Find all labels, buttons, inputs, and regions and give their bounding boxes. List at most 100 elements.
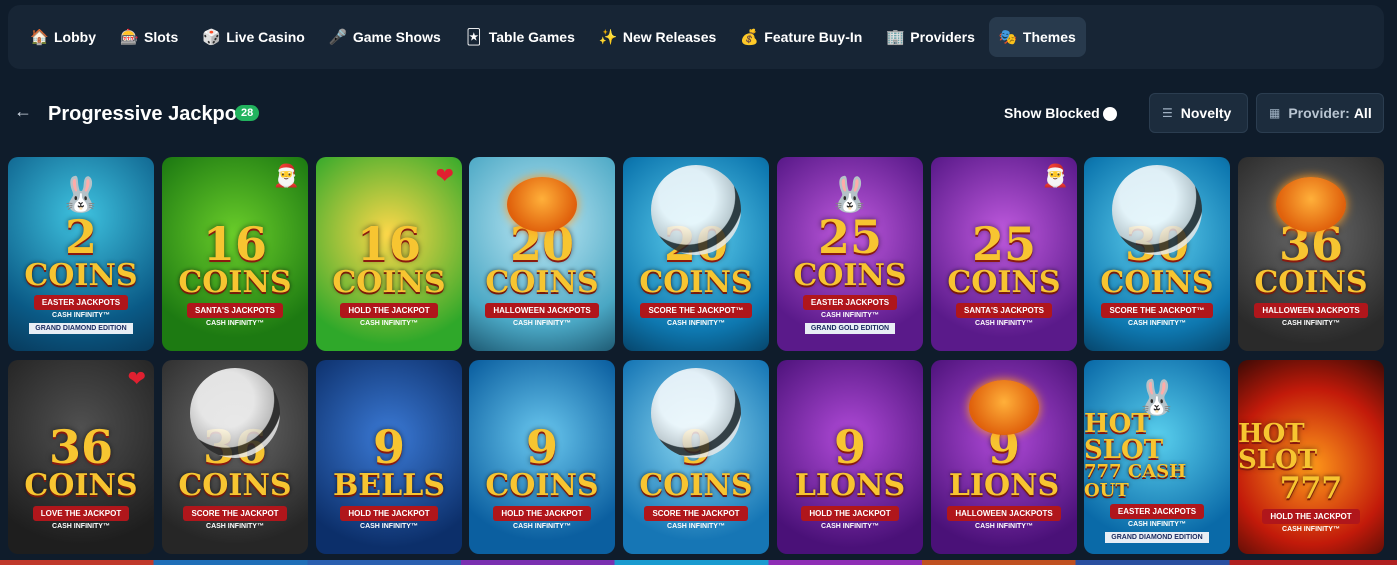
santa-hat-icon: 🎅	[272, 163, 300, 188]
provider-value: All	[1353, 105, 1372, 121]
bunny-image: 🐰	[828, 176, 872, 214]
game-tile[interactable]: 🐰 25 COINS EASTER JACKPOTS CASH INFINITY™ GRA…	[777, 157, 923, 351]
nav-item-live-casino[interactable]: 🎲 Live Casino	[192, 17, 315, 57]
bunny-image: 🐰	[59, 176, 103, 214]
game-tile[interactable]: 9 BELLS HOLD THE JACKPOT CASH INFINITY™	[316, 360, 462, 554]
nav-label: Providers	[910, 29, 975, 45]
grid-icon: ▦	[1269, 106, 1281, 120]
category-navbar: 🏠 Lobby 🎰 Slots 🎲 Live Casino 🎤 Game Shows 🃏…	[8, 5, 1384, 69]
game-title: 777	[1279, 471, 1343, 507]
money-icon: 💰	[740, 29, 759, 46]
game-subtitle: CASH INFINITY™	[360, 522, 418, 530]
game-subtitle: CASH INFINITY™	[513, 522, 571, 530]
game-subtitle: CASH INFINITY™	[667, 319, 725, 327]
nav-item-new-releases[interactable]: ✨ New Releases	[589, 17, 726, 57]
santa-hat-icon: 🎅	[1041, 163, 1069, 188]
game-tile[interactable]: 9 LIONS HOLD THE JACKPOT CASH INFINITY™	[777, 360, 923, 554]
game-ribbon: HOLD THE JACKPOT	[340, 505, 438, 521]
game-ribbon: SANTA'S JACKPOTS	[187, 302, 283, 318]
game-tile[interactable]: 9COINSSCORE THE JACKPOTCASH INFINITY™	[623, 360, 769, 554]
game-tile[interactable]: 🎅 25 COINS SANTA'S JACKPOTS CASH INFINITY™	[931, 157, 1077, 351]
game-ribbon: EASTER JACKPOTS	[802, 295, 898, 311]
game-number: 16	[202, 217, 267, 272]
game-tile[interactable]: 30COINSSCORE THE JACKPOT™CASH INFINITY™	[1084, 157, 1230, 351]
game-subtitle: CASH INFINITY™	[1282, 525, 1340, 533]
game-ribbon: EASTER JACKPOTS	[1109, 504, 1205, 520]
game-tile[interactable]: 36 COINS HALLOWEEN JACKPOTS CASH INFINITY™	[1238, 157, 1384, 351]
game-tile[interactable]: ❤ 16 COINS HOLD THE JACKPOT CASH INFINITY™	[316, 157, 462, 351]
game-tile[interactable]: ❤ 36 COINS LOVE THE JACKPOT CASH INFINITY™	[8, 360, 154, 554]
nav-label: Game Shows	[352, 29, 441, 45]
provider-filter-button[interactable]: ▦ Provider: All	[1256, 93, 1384, 133]
game-ribbon: EASTER JACKPOTS	[33, 295, 129, 311]
soccer-ball-image	[651, 368, 741, 458]
game-ribbon: HOLD THE JACKPOT	[340, 302, 438, 318]
game-title: COINS	[332, 265, 446, 301]
game-subtitle: CASH INFINITY™	[206, 522, 264, 530]
game-title: COINS	[178, 265, 292, 301]
game-tile[interactable]: 36COINSSCORE THE JACKPOTCASH INFINITY™	[162, 360, 308, 554]
game-ribbon: SCORE THE JACKPOT™	[640, 302, 752, 318]
cards-icon: 🃏	[466, 29, 482, 46]
game-tile[interactable]: 20COINSSCORE THE JACKPOT™CASH INFINITY™	[623, 157, 769, 351]
game-title: COINS	[793, 257, 907, 293]
soccer-ball-image	[1112, 165, 1202, 255]
soccer-ball-image	[190, 368, 280, 458]
provider-prefix: Provider:	[1288, 105, 1350, 121]
soccer-ball-image	[651, 165, 741, 255]
game-ribbon: HOLD THE JACKPOT	[1262, 508, 1360, 524]
nav-item-slots[interactable]: 🎰 Slots	[110, 17, 188, 57]
slot-machine-icon: 🎰	[120, 29, 139, 46]
game-ribbon: HALLOWEEN JACKPOTS	[947, 505, 1061, 521]
nav-item-providers[interactable]: 🏢 Providers	[876, 17, 985, 57]
game-number: 9	[372, 420, 405, 475]
game-edition-badge: GRAND GOLD EDITION	[804, 323, 896, 335]
nav-label: Live Casino	[226, 29, 305, 45]
game-tile[interactable]: 20 COINS HALLOWEEN JACKPOTS CASH INFINITY™	[469, 157, 615, 351]
game-title: COINS	[178, 468, 292, 504]
count-badge: 28	[235, 105, 260, 121]
game-number: 25	[817, 209, 882, 264]
game-number: 25	[971, 217, 1036, 272]
game-number: 2	[64, 209, 97, 264]
game-tile[interactable]: 9 COINS HOLD THE JACKPOT CASH INFINITY™	[469, 360, 615, 554]
nav-label: New Releases	[622, 29, 717, 45]
nav-label: Lobby	[54, 29, 96, 45]
nav-label: Feature Buy-In	[764, 29, 863, 45]
nav-item-table-games[interactable]: 🃏 Table Games	[455, 17, 585, 57]
game-number: HOT SLOT	[1238, 419, 1318, 476]
game-tile[interactable]: 🐰 HOT SLOT 777 CASH OUT EASTER JACKPOTS CASH…	[1084, 360, 1230, 554]
pumpkin-image	[969, 380, 1039, 435]
game-tile[interactable]: 9 LIONS HALLOWEEN JACKPOTS CASH INFINITY™	[931, 360, 1077, 554]
game-ribbon: LOVE THE JACKPOT	[32, 505, 130, 521]
masks-icon: 🎭	[998, 29, 1018, 46]
nav-label: Slots	[144, 29, 179, 45]
game-ribbon: SCORE THE JACKPOT	[183, 505, 287, 521]
nav-item-themes[interactable]: 🎭 Themes	[988, 17, 1086, 57]
nav-item-game-shows[interactable]: 🎤 Game Shows	[319, 17, 451, 57]
game-ribbon: HOLD THE JACKPOT	[801, 505, 899, 521]
sparkle-icon: ✨	[598, 29, 618, 46]
game-ribbon: HALLOWEEN JACKPOTS	[1254, 302, 1368, 318]
game-subtitle: CASH INFINITY™	[821, 312, 879, 320]
page-title: Progressive Jackpot	[48, 103, 244, 125]
game-title: COINS	[1100, 265, 1214, 301]
game-subtitle: CASH INFINITY™	[52, 312, 110, 320]
game-ribbon: SANTA'S JACKPOTS	[956, 302, 1052, 318]
nav-item-lobby[interactable]: 🏠 Lobby	[20, 17, 106, 57]
game-tile[interactable]: HOT SLOT 777 HOLD THE JACKPOT CASH INFINITY…	[1238, 360, 1384, 554]
dealer-icon: 🎲	[202, 29, 221, 46]
game-subtitle: CASH INFINITY™	[513, 319, 571, 327]
game-tile[interactable]: 🎅 16 COINS SANTA'S JACKPOTS CASH INFINITY™	[162, 157, 308, 351]
show-blocked-toggle[interactable]	[1103, 107, 1117, 121]
game-subtitle: CASH INFINITY™	[206, 319, 264, 327]
sort-button[interactable]: ☰ Novelty	[1149, 93, 1248, 133]
game-number: 9	[833, 420, 866, 475]
nav-item-feature-buy-in[interactable]: 💰 Feature Buy-In	[730, 17, 872, 57]
game-number: 16	[356, 217, 421, 272]
arrow-left-icon[interactable]: ←	[14, 101, 34, 121]
game-subtitle: CASH INFINITY™	[975, 319, 1033, 327]
microphone-icon: 🎤	[328, 29, 348, 46]
game-tile[interactable]: 🐰 2 COINS EASTER JACKPOTS CASH INFINITY™ GRAN…	[8, 157, 154, 351]
pumpkin-image	[507, 177, 577, 232]
